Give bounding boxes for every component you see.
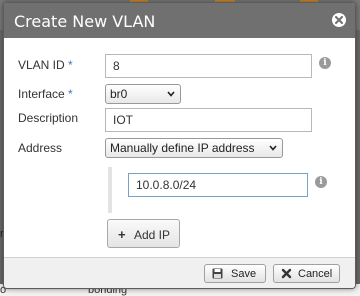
description-label: Description (18, 111, 79, 125)
plus-icon: + (118, 227, 126, 242)
x-icon (281, 268, 292, 279)
create-vlan-dialog: Create New VLAN VLAN ID * 8 i Interface … (3, 2, 356, 289)
info-icon: i (315, 176, 327, 188)
vlan-id-input[interactable]: 8 (105, 54, 312, 78)
vlan-id-label: VLAN ID * (18, 58, 73, 72)
add-ip-label: Add IP (134, 228, 171, 242)
chevron-down-icon (167, 91, 175, 97)
interface-select[interactable]: br0 (105, 84, 181, 104)
ip-address-input[interactable]: 10.0.8.0/24 (128, 173, 308, 197)
address-select[interactable]: Manually define IP address (105, 138, 283, 158)
interface-selected-value: br0 (110, 87, 128, 101)
interface-label: Interface * (18, 87, 73, 101)
cancel-label: Cancel (298, 268, 333, 280)
chevron-down-icon (269, 145, 277, 151)
dialog-footer: Save Cancel (4, 257, 355, 288)
ip-group-indicator (108, 167, 113, 213)
description-input[interactable]: IOT (105, 108, 312, 132)
add-ip-button[interactable]: + Add IP (107, 219, 180, 248)
required-mark: * (68, 87, 73, 101)
floppy-disk-icon (212, 268, 223, 279)
dialog-title: Create New VLAN (14, 12, 156, 31)
close-icon (335, 16, 343, 24)
close-button[interactable] (332, 13, 346, 27)
address-selected-value: Manually define IP address (110, 141, 255, 155)
dialog-header: Create New VLAN (4, 3, 355, 38)
address-label: Address (18, 141, 63, 155)
cancel-button[interactable]: Cancel (273, 264, 340, 283)
info-icon: i (319, 57, 331, 69)
save-button[interactable]: Save (204, 264, 266, 283)
required-mark: * (68, 58, 73, 72)
save-label: Save (231, 268, 257, 280)
